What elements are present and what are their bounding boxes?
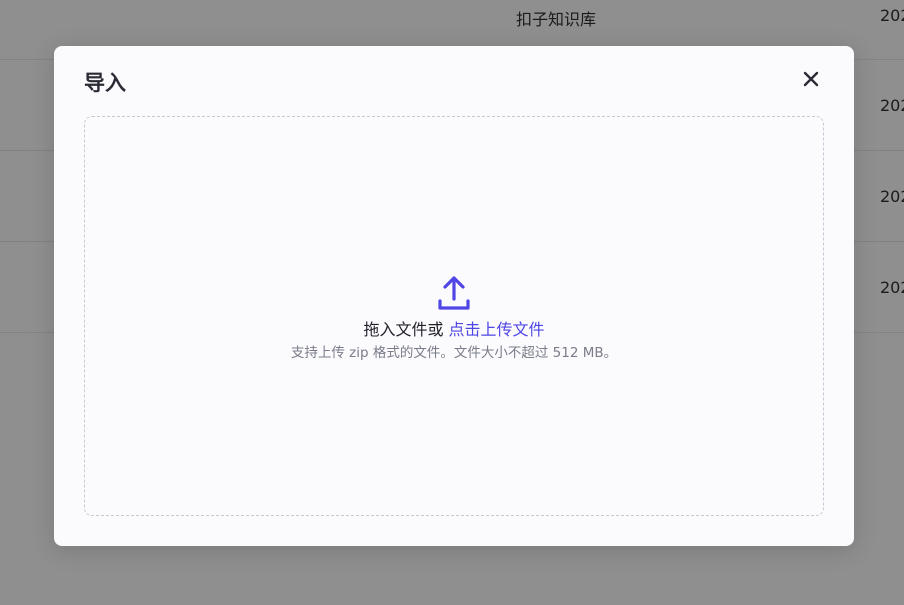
- close-icon: [803, 71, 819, 87]
- upload-hint: 支持上传 zip 格式的文件。文件大小不超过 512 MB。: [290, 345, 618, 361]
- drop-instruction: 拖入文件或 点击上传文件: [85, 316, 823, 340]
- close-button[interactable]: [800, 68, 822, 90]
- import-modal: 导入 拖入文件或 点击上传文件 支持上传 zip 格式的文件。文件大小不超过 5…: [54, 46, 854, 546]
- click-upload-link[interactable]: 点击上传文件: [449, 320, 545, 339]
- modal-title: 导入: [84, 71, 126, 95]
- upload-dropzone[interactable]: 拖入文件或 点击上传文件 支持上传 zip 格式的文件。文件大小不超过 512 …: [84, 116, 824, 516]
- drag-text: 拖入文件或: [363, 320, 444, 339]
- upload-icon[interactable]: [437, 275, 471, 313]
